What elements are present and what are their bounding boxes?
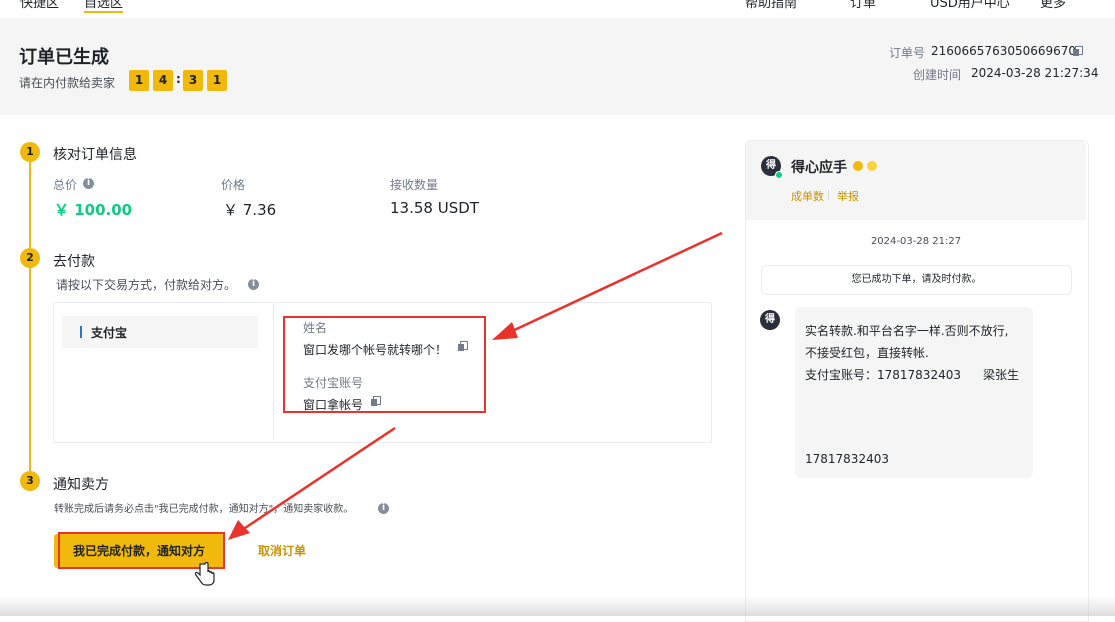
hand-cursor-icon — [194, 562, 215, 586]
annotation-arrows — [228, 231, 723, 540]
bottom-fade — [0, 596, 1115, 616]
annotation-arrowhead — [228, 520, 250, 540]
annotation-arrow — [241, 426, 396, 532]
annotation-arrow — [507, 231, 723, 335]
annotation-arrowhead — [492, 322, 518, 340]
